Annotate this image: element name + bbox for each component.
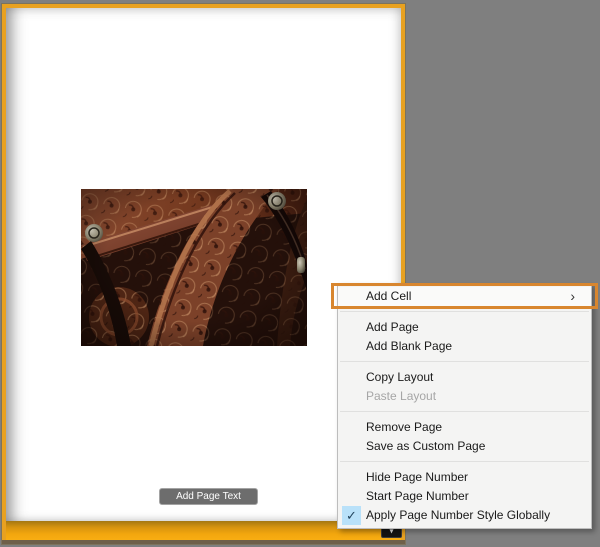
menu-item-label: Add Cell <box>366 289 412 303</box>
menu-separator <box>340 311 589 312</box>
menu-item-label: Start Page Number <box>366 489 469 503</box>
frame-bottom-edge <box>2 540 405 544</box>
menu-item-add-page[interactable]: Add Page <box>338 318 591 337</box>
menu-item-remove-page[interactable]: Remove Page <box>338 418 591 437</box>
menu-item-start-page-number[interactable]: Start Page Number <box>338 487 591 506</box>
menu-item-apply-page-number-style-globally[interactable]: ✓ Apply Page Number Style Globally <box>338 506 591 525</box>
menu-separator <box>340 411 589 412</box>
menu-item-add-blank-page[interactable]: Add Blank Page <box>338 337 591 356</box>
submenu-arrow-icon: › <box>570 288 575 304</box>
menu-item-hide-page-number[interactable]: Hide Page Number <box>338 468 591 487</box>
saddle-photo[interactable] <box>81 189 307 346</box>
menu-item-label: Add Blank Page <box>366 339 453 353</box>
checkmark-icon: ✓ <box>342 506 361 525</box>
menu-item-label: Add Page <box>366 320 419 334</box>
menu-item-label: Remove Page <box>366 420 443 434</box>
menu-separator <box>340 361 589 362</box>
menu-separator <box>340 461 589 462</box>
menu-item-copy-layout[interactable]: Copy Layout <box>338 368 591 387</box>
menu-item-label: Save as Custom Page <box>366 439 486 453</box>
menu-item-label: Hide Page Number <box>366 470 469 484</box>
context-menu: Add Cell › Add Page Add Blank Page Copy … <box>337 283 592 529</box>
app-canvas: Add Page Text ▾ Add Cell › Add Page Add … <box>0 0 600 547</box>
menu-item-paste-layout: Paste Layout <box>338 387 591 406</box>
menu-item-save-as-custom-page[interactable]: Save as Custom Page <box>338 437 591 456</box>
add-page-text-button[interactable]: Add Page Text <box>159 488 258 505</box>
menu-item-label: Apply Page Number Style Globally <box>366 508 551 522</box>
menu-item-add-cell[interactable]: Add Cell › <box>338 287 591 306</box>
menu-item-label: Copy Layout <box>366 370 434 384</box>
menu-item-label: Paste Layout <box>366 389 437 403</box>
